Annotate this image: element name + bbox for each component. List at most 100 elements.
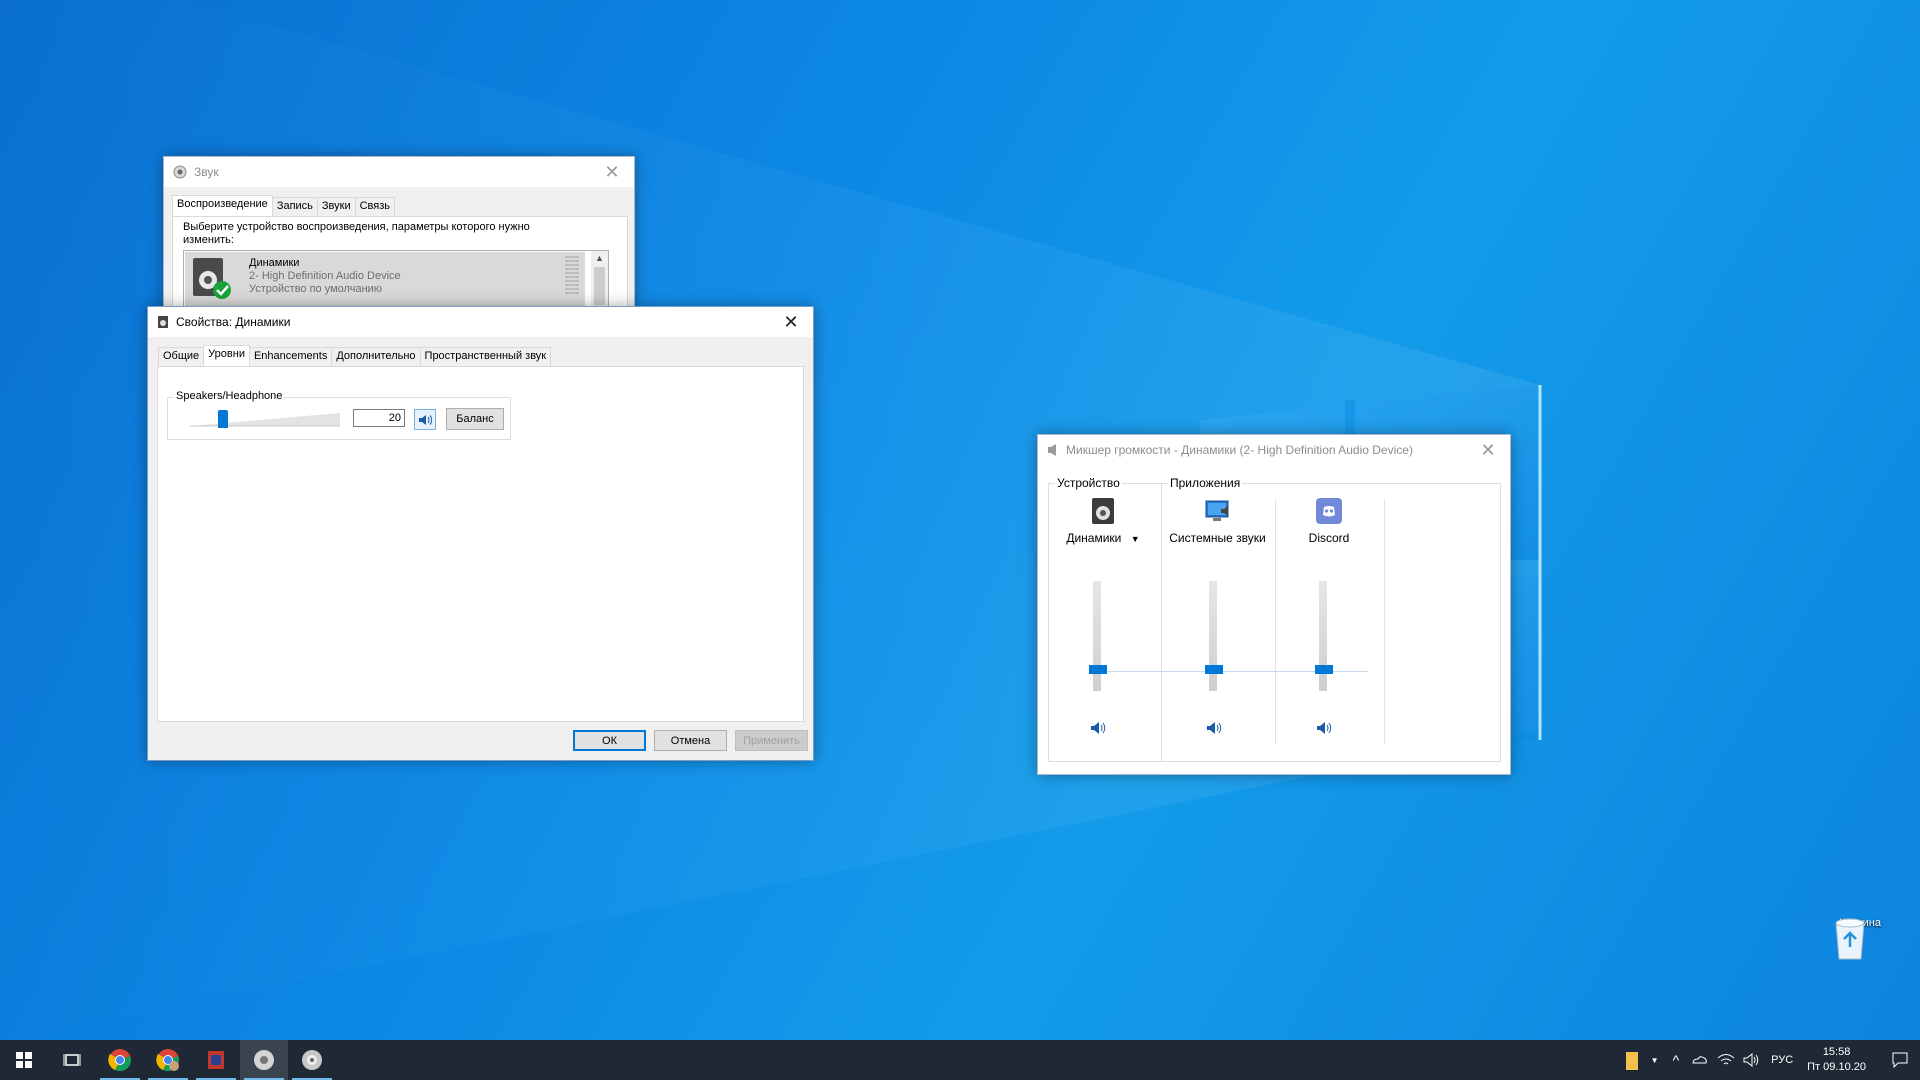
speakers-device-label: Динамики (1066, 531, 1122, 545)
task-view-icon (63, 1054, 81, 1066)
device-row-speakers[interactable]: Динамики 2- High Definition Audio Device… (185, 252, 585, 312)
sound-titlebar[interactable]: Звук ✕ (164, 157, 634, 187)
speaker-device-icon (193, 258, 231, 299)
discord-icon (1316, 498, 1342, 524)
tab-sounds[interactable]: Звуки (316, 197, 356, 216)
show-hidden-icons-icon[interactable]: ^ (1673, 1052, 1680, 1068)
mixer-column-speakers: Динамики ▼ (1053, 497, 1153, 545)
speaker-app-icon (302, 1050, 322, 1070)
system-sounds-label: Системные звуки (1169, 531, 1266, 545)
wifi-icon[interactable] (1717, 1053, 1735, 1067)
discord-mute-button[interactable] (1316, 721, 1332, 738)
system-sounds-mute-button[interactable] (1206, 721, 1222, 738)
tab-advanced[interactable]: Дополнительно (331, 347, 421, 366)
ok-button[interactable]: ОК (573, 730, 646, 751)
speakers-device-menu[interactable]: Динамики ▼ (1053, 531, 1153, 545)
mixer-titlebar[interactable]: Микшер громкости - Динамики (2- High Def… (1038, 435, 1510, 465)
sound-tabs: Воспроизведение Запись Звуки Связь (172, 195, 396, 216)
tab-spatial-sound[interactable]: Пространственный звук (419, 347, 552, 366)
sound-settings-icon (254, 1050, 274, 1070)
system-tray: ▼ ^ РУС 15:58 Пт 09.10.20 (1625, 1040, 1920, 1080)
taskbar-chrome[interactable] (96, 1040, 144, 1080)
close-button[interactable]: ✕ (769, 307, 813, 337)
volume-slider-thumb[interactable] (218, 410, 228, 428)
volume-slider[interactable] (190, 410, 340, 428)
sound-instruction: Выберите устройство воспроизведения, пар… (183, 221, 530, 246)
levels-group-label: Speakers/Headphone (174, 390, 285, 402)
chevron-down-icon: ▼ (1130, 534, 1140, 544)
volume-tray-icon[interactable] (1743, 1053, 1761, 1067)
chrome-icon (108, 1049, 131, 1072)
language-indicator[interactable]: РУС (1771, 1054, 1793, 1066)
volume-slider-track (190, 413, 340, 427)
sound-window-title: Звук (194, 165, 219, 179)
speaker-small-icon (1048, 444, 1056, 456)
file-explorer-tray-icon[interactable] (1625, 1051, 1643, 1070)
start-button[interactable] (0, 1040, 48, 1080)
device-level-meter (565, 256, 579, 296)
volume-value-field[interactable]: 20 (353, 409, 405, 427)
recycle-bin[interactable]: Корзина (1830, 915, 1890, 960)
close-button[interactable]: ✕ (1466, 435, 1510, 465)
sound-app-icon (173, 165, 187, 179)
notification-icon (1892, 1052, 1908, 1068)
taskbar-chrome-profile[interactable] (144, 1040, 192, 1080)
speaker-volume-icon (419, 414, 432, 425)
speaker-volume-icon (1091, 722, 1106, 734)
speaker-icon (1092, 498, 1114, 524)
taskbar-sound-settings[interactable] (240, 1040, 288, 1080)
properties-tabs: Общие Уровни Enhancements Дополнительно … (158, 345, 552, 366)
apps-section-header: Приложения (1168, 476, 1243, 490)
clock-date: Пт 09.10.20 (1807, 1061, 1866, 1073)
chevron-down-icon[interactable]: ▼ (1651, 1056, 1659, 1065)
speakers-mute-button[interactable] (1090, 721, 1106, 738)
speakers-volume-thumb[interactable] (1089, 665, 1107, 674)
device-section-header: Устройство (1055, 476, 1122, 490)
sound-window: Звук ✕ Воспроизведение Запись Звуки Связ… (163, 156, 635, 312)
levels-panel: Speakers/Headphone 20 Баланс (157, 366, 804, 722)
task-view-button[interactable] (48, 1040, 96, 1080)
mixer-column-system-sounds: Системные звуки (1161, 497, 1274, 545)
speaker-icon[interactable] (1053, 497, 1153, 525)
speaker-volume-icon (1207, 722, 1222, 734)
system-sounds-icon (1205, 500, 1228, 521)
discord-volume-thumb[interactable] (1315, 665, 1333, 674)
system-sounds-volume-track (1209, 581, 1217, 691)
device-list-scrollbar[interactable]: ▲ (591, 251, 608, 311)
close-button[interactable]: ✕ (590, 157, 634, 187)
speakers-volume-track (1093, 581, 1101, 691)
tab-general[interactable]: Общие (158, 347, 205, 366)
speaker-small-icon (158, 316, 168, 328)
speaker-volume-icon (1317, 722, 1332, 734)
device-description: 2- High Definition Audio Device (249, 270, 401, 282)
discord-label: Discord (1308, 531, 1350, 545)
system-sounds-volume-thumb[interactable] (1205, 665, 1223, 674)
tab-playback[interactable]: Воспроизведение (172, 195, 273, 216)
discord-icon[interactable] (1274, 497, 1384, 525)
app-icon (208, 1051, 224, 1069)
tab-communications[interactable]: Связь (354, 197, 396, 216)
windows-start-icon (16, 1052, 32, 1068)
scroll-up-icon[interactable]: ▲ (591, 251, 608, 265)
device-status: Устройство по умолчанию (249, 283, 383, 295)
balance-button[interactable]: Баланс (446, 408, 504, 430)
column-divider (1384, 499, 1385, 744)
onedrive-icon[interactable] (1691, 1053, 1707, 1067)
cancel-button[interactable]: Отмена (654, 730, 727, 751)
mute-button[interactable] (414, 409, 436, 430)
system-sounds-icon[interactable] (1161, 497, 1274, 525)
properties-titlebar[interactable]: Свойства: Динамики ✕ (148, 307, 813, 337)
scroll-thumb[interactable] (594, 267, 605, 305)
mixer-column-discord: Discord (1274, 497, 1384, 545)
taskbar-app[interactable] (192, 1040, 240, 1080)
clock-time: 15:58 (1822, 1046, 1851, 1058)
tab-enhancements[interactable]: Enhancements (248, 347, 333, 366)
action-center-button[interactable] (1880, 1040, 1920, 1080)
file-icon (1625, 1052, 1638, 1070)
apply-button: Применить (735, 730, 808, 751)
device-list: Динамики 2- High Definition Audio Device… (183, 250, 609, 312)
tab-levels[interactable]: Уровни (203, 345, 250, 366)
clock[interactable]: 15:58 Пт 09.10.20 (1807, 1045, 1866, 1075)
taskbar-speaker-app[interactable] (288, 1040, 336, 1080)
tab-recording[interactable]: Запись (271, 197, 318, 216)
